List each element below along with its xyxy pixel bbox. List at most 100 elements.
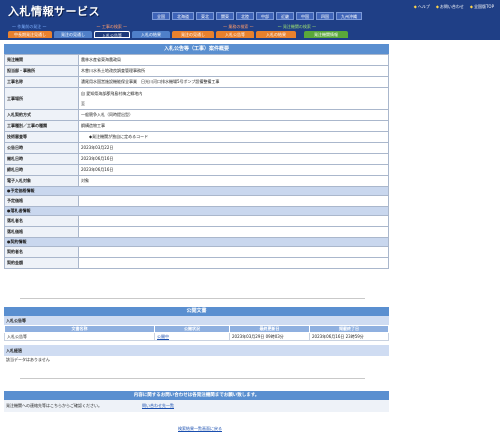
main-content: 入札公告等（工事）案件概要 発注機関 農林水産省東海農政局 担当部・事務所 木曽川水… xyxy=(4,44,389,269)
tab-service-outlook[interactable]: 発注の見通し xyxy=(172,31,214,38)
table-row: 公告日時 2023年03月22日 xyxy=(4,142,389,154)
region-national[interactable]: 全国 xyxy=(152,12,170,20)
field-label: 工事名称 xyxy=(4,76,79,88)
field-label: 落札者名 xyxy=(4,215,79,227)
contact-text: 発注機関への連絡先等はこちらからご確認ください。 xyxy=(6,403,102,408)
field-label: 電子入札対象 xyxy=(4,175,79,187)
section-title: ●落札者情報 xyxy=(4,206,389,216)
field-label: 契約金額 xyxy=(4,257,79,269)
column-header: 掲載終了日 xyxy=(309,325,389,333)
field-value: 濃尾用水国営施設機能保全事業 日光川河口排水機場5号ポンプ設備整備工事 xyxy=(78,76,389,88)
results-section: 入札経過 xyxy=(4,345,389,356)
field-label: 公告日時 xyxy=(4,142,79,154)
field-label: 締札日時 xyxy=(4,164,79,176)
contact-notice: 内容に関するお問い合わせは各発注機関までお願い致します。 xyxy=(4,391,389,400)
section-header: ●落札者情報 xyxy=(4,206,389,216)
table-row: 工事種別／工事の種類 鋼構造物工事 xyxy=(4,120,389,132)
tab-construction-notices[interactable]: 入札公告等 xyxy=(94,31,130,38)
column-header: 文書名称 xyxy=(4,325,155,333)
divider xyxy=(20,298,365,299)
field-value xyxy=(78,246,389,258)
field-value: 農林水産省東海農政局 xyxy=(78,54,389,66)
tab-construction-results[interactable]: 入札の結果 xyxy=(132,31,170,38)
footer: 検索結果一覧画面に戻る xyxy=(0,426,400,432)
category-label: ～ 作業前の発注 ～ xyxy=(12,24,47,29)
table-row: 契約金額 xyxy=(4,257,389,269)
section-header: ●契約情報 xyxy=(4,237,389,247)
category-label: ～ 発注機関の検索 ～ xyxy=(277,24,317,29)
top-links: ヘルプ お問い合わせ 全国版TOP xyxy=(414,4,494,10)
table-row: 入札契約方式 一般競争入札（同時提出型） xyxy=(4,109,389,121)
table-row: 落札価格 xyxy=(4,226,389,238)
region-hokkaido[interactable]: 北海道 xyxy=(172,12,194,20)
nav-tabs: 中長期発注見通し 発注の見通し 入札公告等 入札の結果 発注の見通し 入札公告等… xyxy=(0,31,500,38)
region-kinki[interactable]: 近畿 xyxy=(276,12,294,20)
field-value: ◆発注機関が独自に定めるコード xyxy=(78,131,389,143)
field-label: 開札日時 xyxy=(4,153,79,165)
field-value: 2023年03月22日 xyxy=(78,142,389,154)
region-chubu[interactable]: 中部 xyxy=(256,12,274,20)
field-label: 工事種別／工事の種類 xyxy=(4,120,79,132)
field-value: 自 愛知県海部郡飛島村梅之郷地内至 xyxy=(78,87,389,110)
field-label: 落札価格 xyxy=(4,226,79,238)
document-name: 入札公告等 xyxy=(4,332,155,341)
category-labels: ～ 作業前の発注 ～ ～ 工事の検索 ～ ～ 業務の検索 ～ ～ 発注機関の検索… xyxy=(0,24,500,30)
field-value: 木曽川水系土地改良調査管理事務所 xyxy=(78,65,389,77)
field-label: 予定価格 xyxy=(4,195,79,207)
tab-service-results[interactable]: 入札の結果 xyxy=(256,31,296,38)
table-row: 予定価格 xyxy=(4,195,389,207)
tab-construction-outlook[interactable]: 発注の見通し xyxy=(54,31,92,38)
contact-area: 内容に関するお問い合わせは各発注機関までお願い致します。 発注機関への連絡先等は… xyxy=(4,391,389,412)
section-title: ●予定価格情報 xyxy=(4,186,389,196)
site-logo[interactable]: 入札情報サービス xyxy=(8,3,100,19)
summary-table: 発注機関 農林水産省東海農政局 担当部・事務所 木曽川水系土地改良調査管理事務所 工… xyxy=(4,54,389,269)
table-row: 工事名称 濃尾用水国営施設機能保全事業 日光川河口排水機場5号ポンプ設備整備工事 xyxy=(4,76,389,88)
field-value xyxy=(78,215,389,227)
tab-long-term[interactable]: 中長期発注見通し xyxy=(8,31,52,38)
region-tohoku[interactable]: 東北 xyxy=(196,12,214,20)
field-value xyxy=(78,226,389,238)
national-top-link[interactable]: 全国版TOP xyxy=(470,4,494,10)
section-title: ●契約情報 xyxy=(4,237,389,247)
field-value xyxy=(78,257,389,269)
page-title: 入札公告等（工事）案件概要 xyxy=(4,44,389,54)
tab-agency-info[interactable]: 発注機関情報 xyxy=(304,31,348,38)
region-kyushu[interactable]: 九州沖縄 xyxy=(336,12,362,20)
field-label: 担当部・事務所 xyxy=(4,65,79,77)
table-row: 入札公告等 公開中 2023年03月29日 09時03分 2023年06月16日… xyxy=(4,332,389,341)
field-value: 対象 xyxy=(78,175,389,187)
contact-list-link[interactable]: 問い合わせ先一覧 xyxy=(142,403,174,409)
column-header: 公開状況 xyxy=(154,325,230,333)
region-chugoku[interactable]: 中国 xyxy=(296,12,314,20)
divider xyxy=(20,378,365,379)
table-row: 電子入札対象 対象 xyxy=(4,175,389,187)
region-hokuriku[interactable]: 北陸 xyxy=(236,12,254,20)
contact-row: 発注機関への連絡先等はこちらからご確認ください。 問い合わせ先一覧 xyxy=(4,400,389,412)
header-bar: 入札情報サービス ヘルプ お問い合わせ 全国版TOP 全国 北海道 東北 関東 … xyxy=(0,0,500,40)
location-from: 自 愛知県海部郡飛島村梅之郷地内 xyxy=(81,90,143,96)
document-expires: 2023年06月16日 23時59分 xyxy=(309,332,389,341)
tab-service-notices[interactable]: 入札公告等 xyxy=(216,31,254,38)
contact-link[interactable]: お問い合わせ xyxy=(436,4,464,10)
category-label: ～ 業務の検索 ～ xyxy=(223,24,254,29)
region-kanto[interactable]: 関東 xyxy=(216,12,234,20)
field-label: 契約者名 xyxy=(4,246,79,258)
field-label: 発注機関 xyxy=(4,54,79,66)
document-updated: 2023年03月29日 09時03分 xyxy=(229,332,310,341)
table-header-row: 文書名称 公開状況 最終更新日 掲載終了日 xyxy=(4,325,389,333)
documents-title: 公開文書 xyxy=(4,307,389,316)
table-row: 契約者名 xyxy=(4,246,389,258)
table-row: 発注機関 農林水産省東海農政局 xyxy=(4,54,389,66)
region-shikoku[interactable]: 四国 xyxy=(316,12,334,20)
field-value: 鋼構造物工事 xyxy=(78,120,389,132)
category-label: ～ 工事の検索 ～ xyxy=(96,24,128,29)
region-selector: 全国 北海道 東北 関東 北陸 中部 近畿 中国 四国 九州沖縄 xyxy=(152,12,362,20)
document-status-link[interactable]: 公開中 xyxy=(154,332,230,341)
table-row: 落札者名 xyxy=(4,215,389,227)
documents-table: 文書名称 公開状況 最終更新日 掲載終了日 入札公告等 公開中 2023年03月… xyxy=(4,325,389,341)
field-value: 2023年06月16日 xyxy=(78,164,389,176)
help-link[interactable]: ヘルプ xyxy=(414,4,430,10)
back-to-results-link[interactable]: 検索結果一覧画面に戻る xyxy=(178,426,222,431)
no-data-message: 該当データはありません xyxy=(6,357,50,362)
table-row: 担当部・事務所 木曽川水系土地改良調査管理事務所 xyxy=(4,65,389,77)
